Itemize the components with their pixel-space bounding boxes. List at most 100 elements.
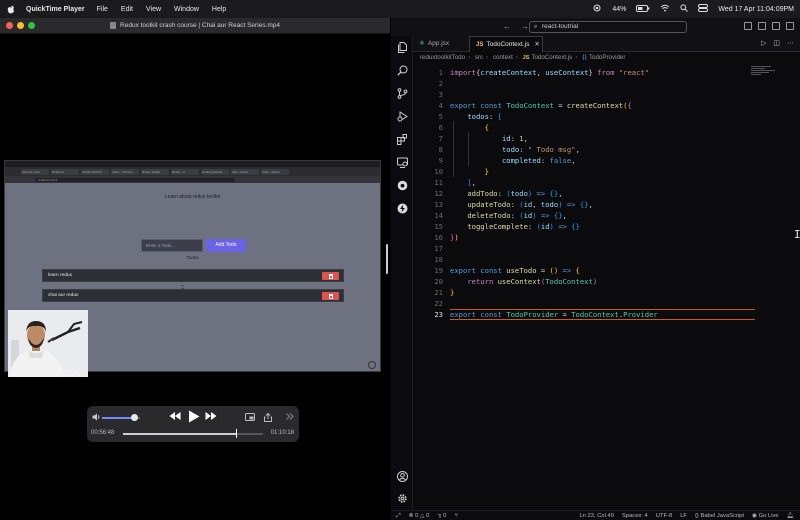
code-line: todo: " Todo msg",: [450, 144, 580, 155]
code-line: }): [450, 232, 459, 243]
more-actions-icon[interactable]: ⋯: [787, 39, 794, 47]
wifi-icon[interactable]: [660, 4, 670, 14]
close-window-button[interactable]: [6, 22, 13, 29]
problems-indicator[interactable]: ⊗ 0 △ 0: [409, 511, 430, 520]
line-number: 8: [438, 145, 443, 154]
breadcrumb-item[interactable]: reduxtoolkitTodo: [420, 54, 465, 61]
account-icon[interactable]: [397, 471, 408, 482]
split-editor-icon[interactable]: ◫: [773, 39, 780, 47]
close-tab-icon[interactable]: ✕: [534, 41, 539, 48]
code-token: TodoContext: [571, 310, 619, 319]
code-token: ): [592, 277, 598, 286]
indentation[interactable]: Spaces: 4: [622, 511, 648, 520]
vscode-navigation: ← →: [503, 22, 529, 31]
files-icon[interactable]: [397, 42, 408, 53]
browser-tab: chai aur code: [21, 168, 49, 175]
language-mode[interactable]: {} Babel JavaScript: [695, 511, 744, 520]
share-icon[interactable]: [264, 412, 272, 424]
browser-tab: redux - Chrome: [111, 168, 139, 175]
browser-url: localhost:5173: [35, 177, 235, 182]
play-icon[interactable]: [188, 410, 200, 426]
code-token: :: [527, 222, 537, 231]
tab-app-jsx[interactable]: ⚛ App.jsx: [413, 36, 469, 52]
breadcrumb-item[interactable]: context: [493, 54, 513, 61]
search-icon[interactable]: [397, 65, 408, 76]
quicktime-titlebar: Redux toolkit crash course | Chai aur Re…: [0, 18, 390, 34]
minimap[interactable]: [751, 66, 779, 82]
minimize-window-button[interactable]: [17, 22, 24, 29]
code-token: ,: [575, 145, 580, 154]
app-name-menu[interactable]: QuickTime Player: [26, 6, 85, 13]
antenna-icon: ℽ: [437, 513, 442, 519]
menu-file[interactable]: File: [97, 6, 108, 13]
end-of-line[interactable]: LF: [680, 511, 687, 520]
code-token: :: [510, 200, 520, 209]
code-token: }: [588, 68, 598, 77]
control-center-icon[interactable]: [698, 4, 709, 14]
rewind-icon[interactable]: [169, 411, 181, 424]
remote-explorer-icon[interactable]: [397, 157, 408, 168]
breadcrumb-item[interactable]: TodoContext.js: [531, 54, 572, 61]
tab-label: TodoContext.js: [486, 41, 530, 48]
line-number: 16: [434, 233, 443, 242]
breadcrumb-item[interactable]: src: [475, 54, 483, 61]
volume-icon[interactable]: [92, 413, 101, 423]
breadcrumb-item[interactable]: TodoProvider: [589, 54, 625, 61]
seek-bar[interactable]: [123, 433, 263, 435]
source-control-icon[interactable]: [397, 88, 408, 99]
go-live-label: Go Live: [758, 513, 779, 519]
extensions-icon[interactable]: [397, 134, 408, 145]
forward-arrow-icon[interactable]: →: [521, 22, 529, 31]
branch-icon[interactable]: ⑂: [454, 511, 457, 520]
customize-layout-icon[interactable]: [786, 22, 794, 30]
activity-bar: [391, 36, 413, 510]
code-token: id: [523, 200, 533, 209]
picture-in-picture-icon[interactable]: [245, 413, 255, 423]
ports-indicator[interactable]: ℽ 0: [437, 511, 446, 520]
run-icon[interactable]: ▷: [761, 39, 766, 47]
toggle-primary-sidebar-icon[interactable]: [744, 22, 752, 30]
back-arrow-icon[interactable]: ←: [503, 22, 511, 31]
cursor-position[interactable]: Ln 23, Col 49: [580, 511, 614, 520]
gear-icon[interactable]: [397, 493, 408, 504]
code-token: =: [558, 310, 572, 319]
apple-icon[interactable]: [6, 4, 16, 14]
playback-speed-icon[interactable]: [286, 413, 294, 422]
toggle-secondary-sidebar-icon[interactable]: [772, 22, 780, 30]
code-editor[interactable]: 1 2 3 4 5 6 7 8 9 10 11 12 13 14 15 16 17 18 19 20 21 22 23 im…: [413, 63, 800, 510]
todo-item: learn redux: [42, 269, 344, 282]
encoding[interactable]: UTF-8: [656, 511, 672, 520]
menu-help[interactable]: Help: [212, 6, 226, 13]
record-icon[interactable]: [592, 4, 602, 14]
volume-slider-knob[interactable]: [131, 414, 139, 421]
todo-text: chai aur redux: [48, 293, 79, 298]
code-token: ,: [471, 178, 476, 187]
line-number: 9: [438, 156, 443, 165]
browser-tab: Redux - A predictable: [171, 168, 199, 175]
toggle-panel-icon[interactable]: [758, 22, 766, 30]
remote-indicator-icon[interactable]: ⤢: [396, 511, 401, 520]
zoom-window-button[interactable]: [28, 22, 35, 29]
line-number: 18: [434, 255, 443, 264]
menu-edit[interactable]: Edit: [121, 6, 133, 13]
clock[interactable]: Wed 17 Apr 11:04:09PM: [718, 6, 794, 13]
battery-icon[interactable]: [636, 4, 650, 14]
thunder-client-icon[interactable]: [397, 203, 408, 214]
seek-bar-playhead[interactable]: [236, 429, 238, 438]
code-token: =>: [532, 189, 546, 198]
code-token: deleteTodo: [467, 211, 511, 220]
search-icon[interactable]: [680, 4, 689, 14]
code-token: ,: [536, 68, 546, 77]
menu-view[interactable]: View: [146, 6, 161, 13]
webcam-overlay: [8, 310, 88, 377]
go-live-button[interactable]: ◉ Go Live: [752, 511, 779, 520]
split-view-divider[interactable]: [386, 244, 388, 274]
run-debug-icon[interactable]: [397, 111, 408, 122]
notifications-icon[interactable]: 🔔︎: [787, 511, 794, 520]
tab-todocontext-js[interactable]: JS TodoContext.js ✕: [469, 36, 543, 52]
command-center-search[interactable]: ⌕ react-toutrial: [529, 21, 687, 33]
fast-forward-icon[interactable]: [205, 411, 217, 424]
menu-window[interactable]: Window: [174, 6, 199, 13]
github-icon[interactable]: [397, 180, 408, 191]
